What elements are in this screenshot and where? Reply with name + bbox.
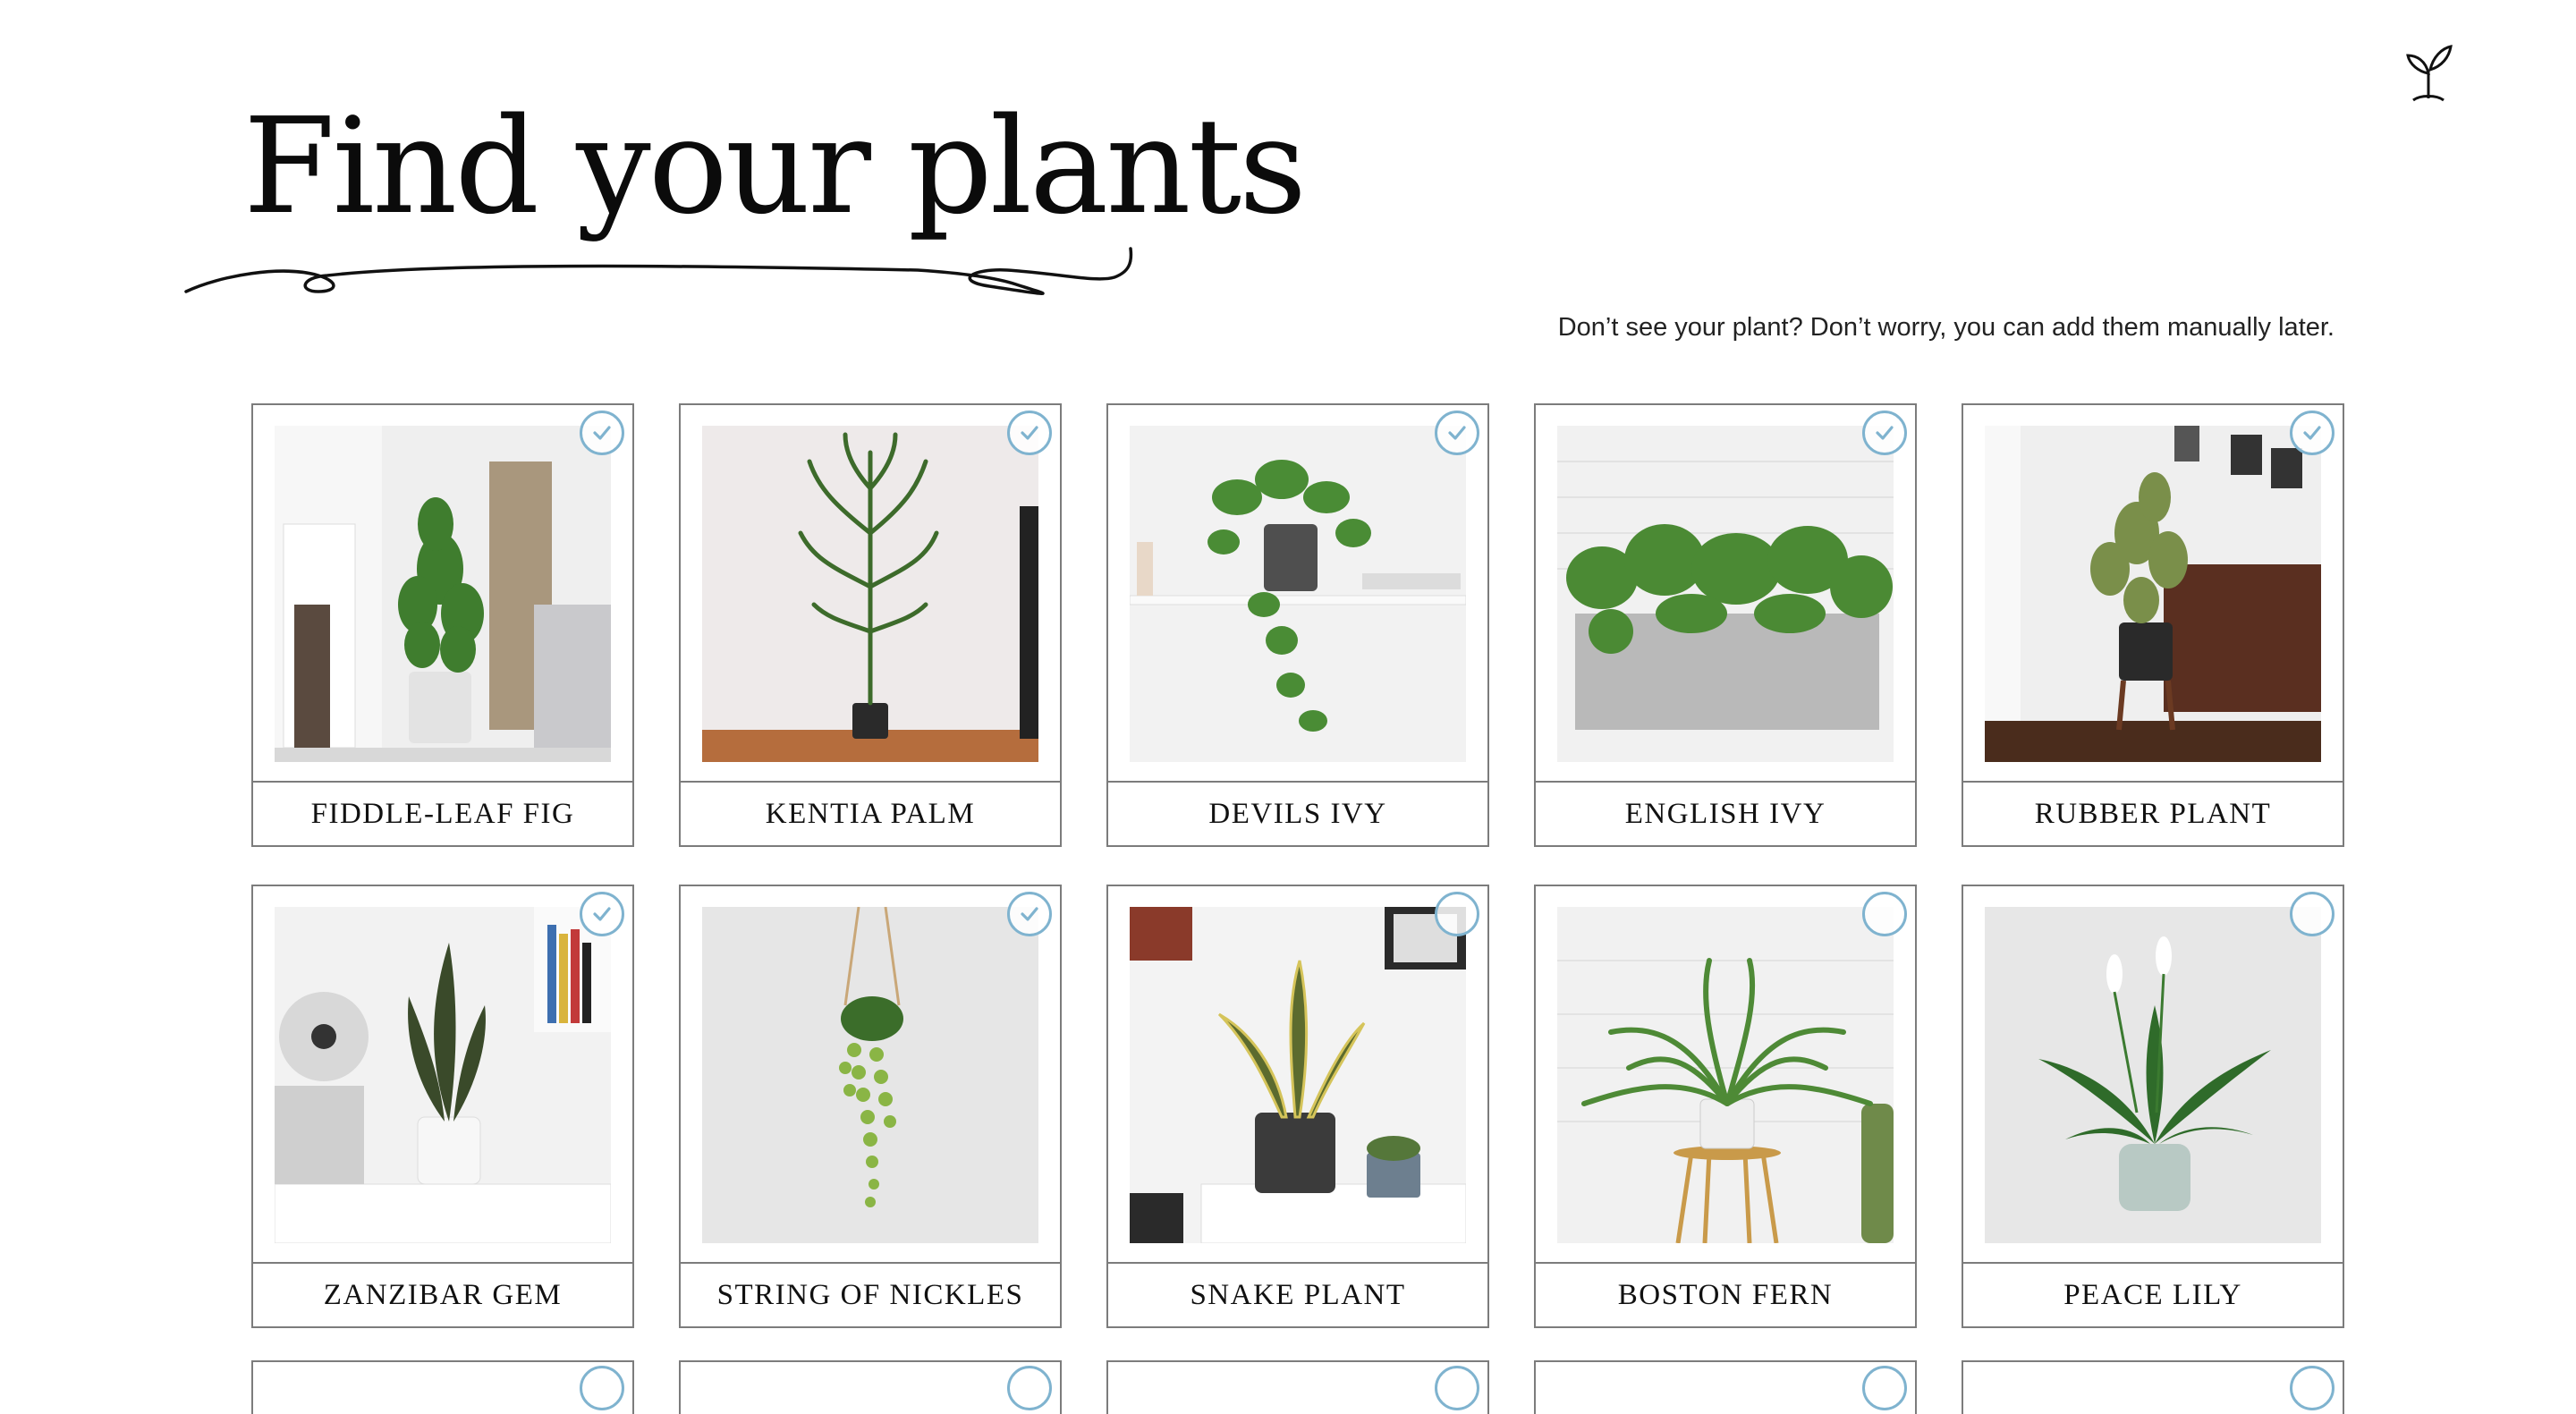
plant-card-devils-ivy[interactable]: DEVILS IVY bbox=[1106, 403, 1489, 847]
plant-image bbox=[1557, 426, 1894, 762]
unselected-circle-icon[interactable] bbox=[1435, 892, 1479, 936]
plant-card-kentia-palm[interactable]: KENTIA PALM bbox=[679, 403, 1062, 847]
selected-check-icon[interactable] bbox=[1862, 411, 1907, 455]
circle-icon[interactable] bbox=[2290, 1366, 2334, 1410]
sprout-logo-icon[interactable] bbox=[2402, 43, 2454, 106]
selected-check-icon[interactable] bbox=[1435, 411, 1479, 455]
plant-label-bar: DEVILS IVY bbox=[1108, 781, 1487, 845]
plant-card-boston-fern[interactable]: BOSTON FERN bbox=[1534, 885, 1917, 1328]
unselected-circle-icon[interactable] bbox=[2290, 892, 2334, 936]
plant-card-partial[interactable] bbox=[1962, 1360, 2344, 1414]
plant-image bbox=[1985, 426, 2321, 762]
plant-label-bar: RUBBER PLANT bbox=[1963, 781, 2343, 845]
plant-card-partial[interactable] bbox=[1106, 1360, 1489, 1414]
plant-image bbox=[1130, 426, 1466, 762]
plant-label-bar: ZANZIBAR GEM bbox=[253, 1262, 632, 1326]
plant-name: DEVILS IVY bbox=[1208, 797, 1387, 830]
circle-icon[interactable] bbox=[580, 1366, 624, 1410]
plant-card-partial[interactable] bbox=[251, 1360, 634, 1414]
plant-image bbox=[1130, 907, 1466, 1243]
plant-image bbox=[1557, 907, 1894, 1243]
plant-image bbox=[702, 426, 1038, 762]
selected-check-icon[interactable] bbox=[580, 411, 624, 455]
title-underline-flourish bbox=[184, 247, 1133, 295]
unselected-circle-icon[interactable] bbox=[1862, 892, 1907, 936]
plant-name: FIDDLE-LEAF FIG bbox=[310, 797, 575, 830]
plant-image bbox=[1985, 907, 2321, 1243]
plant-image bbox=[275, 426, 611, 762]
plant-card-string-of-nickles[interactable]: STRING OF NICKLES bbox=[679, 885, 1062, 1328]
page-title: Find your plants bbox=[243, 89, 1307, 243]
plant-card-peace-lily[interactable]: PEACE LILY bbox=[1962, 885, 2344, 1328]
plant-label-bar: SNAKE PLANT bbox=[1108, 1262, 1487, 1326]
plant-label-bar: BOSTON FERN bbox=[1536, 1262, 1915, 1326]
plant-name: ENGLISH IVY bbox=[1624, 797, 1826, 830]
plant-name: KENTIA PALM bbox=[765, 797, 976, 830]
selected-check-icon[interactable] bbox=[580, 892, 624, 936]
plant-label-bar: PEACE LILY bbox=[1963, 1262, 2343, 1326]
circle-icon[interactable] bbox=[1435, 1366, 1479, 1410]
plant-grid: FIDDLE-LEAF FIG KENTIA PALM DEVILS IVY E… bbox=[251, 403, 2344, 1328]
plant-card-snake-plant[interactable]: SNAKE PLANT bbox=[1106, 885, 1489, 1328]
plant-name: STRING OF NICKLES bbox=[716, 1278, 1024, 1311]
plant-name: PEACE LILY bbox=[2063, 1278, 2242, 1311]
plant-card-partial[interactable] bbox=[679, 1360, 1062, 1414]
circle-icon[interactable] bbox=[1862, 1366, 1907, 1410]
plant-label-bar: STRING OF NICKLES bbox=[681, 1262, 1060, 1326]
subtitle-hint: Don’t see your plant? Don’t worry, you c… bbox=[1557, 313, 2334, 342]
plant-image bbox=[275, 907, 611, 1243]
plant-name: RUBBER PLANT bbox=[2034, 797, 2272, 830]
plant-card-rubber-plant[interactable]: RUBBER PLANT bbox=[1962, 403, 2344, 847]
plant-card-english-ivy[interactable]: ENGLISH IVY bbox=[1534, 403, 1917, 847]
plant-label-bar: KENTIA PALM bbox=[681, 781, 1060, 845]
plant-name: ZANZIBAR GEM bbox=[323, 1278, 563, 1311]
plant-name: SNAKE PLANT bbox=[1190, 1278, 1406, 1311]
selected-check-icon[interactable] bbox=[1007, 892, 1052, 936]
selected-check-icon[interactable] bbox=[2290, 411, 2334, 455]
plant-image bbox=[702, 907, 1038, 1243]
plant-name: BOSTON FERN bbox=[1617, 1278, 1834, 1311]
circle-icon[interactable] bbox=[1007, 1366, 1052, 1410]
plant-card-fiddle-leaf-fig[interactable]: FIDDLE-LEAF FIG bbox=[251, 403, 634, 847]
plant-label-bar: ENGLISH IVY bbox=[1536, 781, 1915, 845]
plant-label-bar: FIDDLE-LEAF FIG bbox=[253, 781, 632, 845]
plant-grid-next-row bbox=[251, 1360, 2344, 1414]
plant-card-partial[interactable] bbox=[1534, 1360, 1917, 1414]
plant-card-zanzibar-gem[interactable]: ZANZIBAR GEM bbox=[251, 885, 634, 1328]
selected-check-icon[interactable] bbox=[1007, 411, 1052, 455]
